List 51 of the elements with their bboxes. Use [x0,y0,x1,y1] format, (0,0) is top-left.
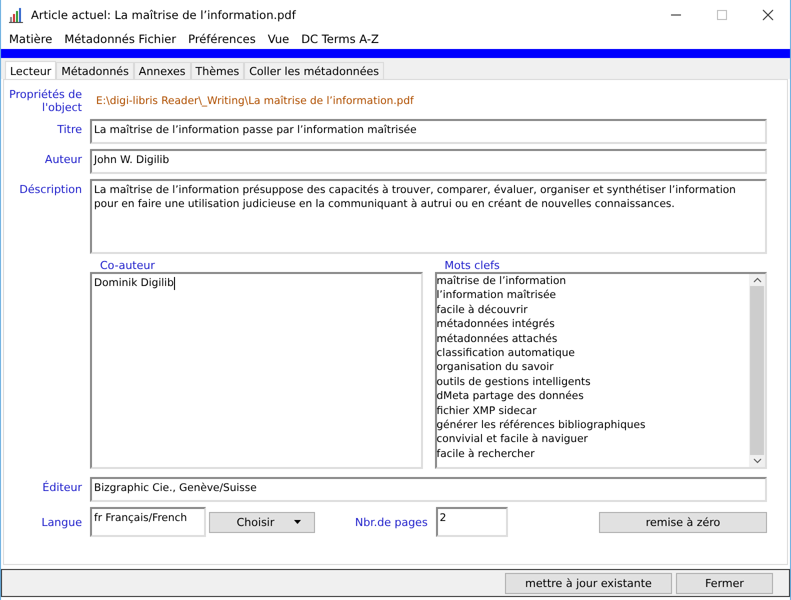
bar-chart-icon [9,7,25,23]
tab[interactable]: Lecteur [5,61,56,80]
tab[interactable]: Annexes [134,62,191,80]
field-label: Auteur [44,152,83,166]
footer-button[interactable]: mettre à jour existante [505,572,672,594]
menu-item[interactable]: Préférences [188,32,256,46]
dropdown-button[interactable]: Choisir [209,512,315,532]
keyword-item[interactable]: métadonnées attachés [436,332,749,346]
text-field[interactable]: La maîtrise de l’information passe par l’information maîtrisée [90,119,767,144]
field-label: Éditeur [41,480,83,494]
keyword-item[interactable]: facile à rechercher [436,446,749,462]
keyword-item[interactable]: classification automatique [436,346,749,360]
description-field[interactable]: La maîtrise de l’information présuppose des capacités à trouver, comparer, évaluer, organiser et synthétiser l’information pour en faire une utilisation judicieuse en la communiquant à autrui ou en créant de nouvelles connaissances. [90,179,767,254]
keyword-item[interactable]: convivial et facile à naviguer [436,432,749,447]
keyword-item[interactable]: outils de gestions intelligents [436,374,749,390]
tab[interactable]: Métadonnés [56,62,134,80]
tab[interactable]: Thèmes [190,62,244,80]
menu-item[interactable]: Vue [268,32,290,46]
keyword-item[interactable]: l’information maîtrisée [436,288,749,303]
window-title: Article actuel: La maîtrise de l’information.pdf [31,8,296,22]
reset-button[interactable]: remise à zéro [599,512,767,532]
close-icon[interactable] [762,9,774,21]
menu-item[interactable]: DC Terms A-Z [301,32,379,46]
coauthor-field[interactable]: Dominik Digilib [90,272,422,469]
caret-icon [294,520,302,524]
tab[interactable]: Coller les métadonnées [244,62,384,80]
keyword-item[interactable]: facile à découvrir [436,302,749,318]
keyword-item[interactable]: fichier XMP sidecar [436,404,749,418]
menu-item[interactable]: Métadonnés Fichier [64,32,176,46]
keyword-item[interactable]: dMeta partage des données [436,389,749,404]
keyword-item[interactable]: organisation du savoir [436,360,749,375]
file-path: E:\digi-libris Reader\_Writing\La maîtrise de l’information.pdf [95,94,414,107]
field-label: Déscription [18,182,83,196]
scroll-up-icon[interactable] [752,277,762,283]
menu-item[interactable]: Matière [9,32,52,46]
field-label: Co-auteur [99,259,156,272]
language-field[interactable]: fr Français/French [90,507,206,537]
field-label: Propriétés de l'object [8,88,83,114]
keyword-item[interactable]: générer les références bibliographiques [436,418,749,432]
scrollbar[interactable] [749,274,765,467]
field-label: Langue [40,516,83,528]
footer-button[interactable]: Fermer [676,572,773,594]
field-label: Mots clefs [444,259,501,272]
pages-field[interactable]: 2 [436,507,508,537]
field-label: Nbr.de pages [355,516,428,528]
field-label: Titre [56,122,83,136]
text-field[interactable]: John W. Digilib [90,149,767,174]
keyword-item[interactable]: métadonnées intégrés [436,317,749,332]
scroll-down-icon[interactable] [752,458,762,464]
text-field[interactable]: Bizgraphic Cie., Genève/Suisse [90,477,767,502]
keyword-item[interactable]: maîtrise de l’information [436,274,749,288]
